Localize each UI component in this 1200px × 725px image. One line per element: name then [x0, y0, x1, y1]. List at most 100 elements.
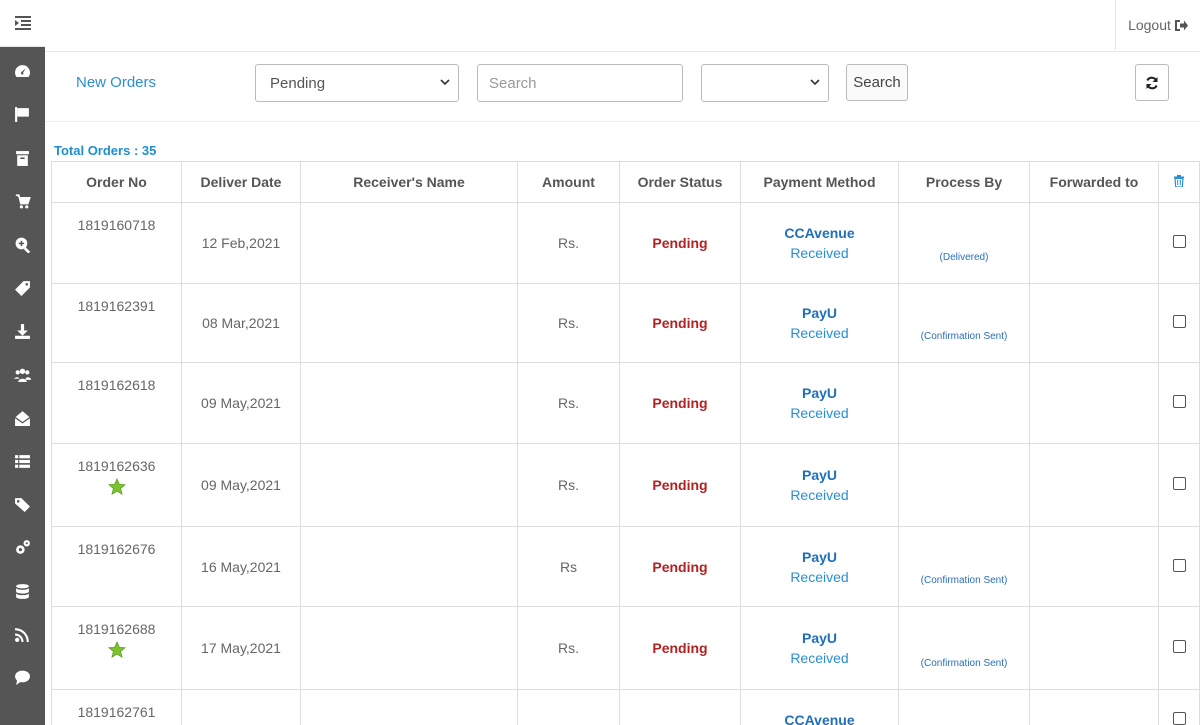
orders-table: Order No Deliver Date Receiver's Name Am…: [51, 161, 1200, 725]
order-no[interactable]: 1819162688: [78, 621, 156, 637]
logout-button[interactable]: Logout: [1115, 0, 1200, 50]
col-payment-method[interactable]: Payment Method: [740, 161, 899, 203]
indent-icon: [14, 16, 31, 30]
sidebar-toggle-button[interactable]: [0, 0, 45, 47]
process-status[interactable]: (Delivered): [940, 252, 989, 263]
search-input[interactable]: Search: [477, 64, 683, 102]
payment-method-cell: CCAvenue Received: [740, 202, 899, 284]
download-icon[interactable]: [0, 310, 45, 353]
row-checkbox[interactable]: [1172, 315, 1186, 328]
deliver-date: 12 Feb,2021: [201, 235, 281, 251]
payment-method-cell: PayU Received: [740, 606, 899, 690]
payment-method[interactable]: PayU: [741, 547, 898, 567]
col-deliver-date[interactable]: Deliver Date: [181, 161, 301, 203]
payment-method[interactable]: PayU: [741, 465, 898, 485]
order-status-cell: Pending: [619, 526, 741, 607]
col-forwarded-to[interactable]: Forwarded to: [1029, 161, 1159, 203]
delete-selected-button[interactable]: [1158, 161, 1200, 203]
search-button[interactable]: Search: [846, 64, 908, 101]
table-row[interactable]: 1819162391 08 Mar,2021 Rs. Pending PayU Recei…: [51, 283, 1200, 363]
process-status[interactable]: (Confirmation Sent): [921, 575, 1008, 586]
cart-icon[interactable]: [0, 180, 45, 223]
dashboard-icon[interactable]: [0, 50, 45, 93]
receiver-name-cell: [300, 362, 518, 444]
table-row[interactable]: 1819162636 09 May,2021 Rs. Pending PayU Recei…: [51, 443, 1200, 527]
database-icon[interactable]: [0, 570, 45, 613]
secondary-select[interactable]: [701, 64, 829, 102]
order-status: Pending: [652, 640, 708, 656]
order-no[interactable]: 1819162636: [78, 458, 156, 474]
archive-icon[interactable]: [0, 137, 45, 180]
row-checkbox[interactable]: [1172, 558, 1186, 572]
col-amount[interactable]: Amount: [517, 161, 620, 203]
payment-method[interactable]: PayU: [741, 383, 898, 403]
process-status[interactable]: (Confirmation Sent): [921, 331, 1008, 342]
process-by-cell: (Delivered): [898, 202, 1030, 284]
flag-icon[interactable]: [0, 93, 45, 136]
col-receiver-name[interactable]: Receiver's Name: [300, 161, 518, 203]
row-checkbox[interactable]: [1172, 235, 1186, 248]
amount-cell: Rs.: [517, 362, 620, 444]
payment-method[interactable]: CCAvenue: [741, 223, 898, 243]
order-no-cell: 1819160718: [51, 202, 182, 284]
deliver-date: 17 May,2021: [201, 640, 281, 656]
row-checkbox[interactable]: [1172, 640, 1186, 653]
logout-label: Logout: [1128, 17, 1171, 33]
search-plus-icon[interactable]: [0, 223, 45, 266]
refresh-button[interactable]: [1135, 64, 1169, 101]
table-row[interactable]: 1819162688 17 May,2021 Rs. Pending PayU Recei…: [51, 606, 1200, 690]
list-icon[interactable]: [0, 440, 45, 483]
table-row[interactable]: 1819162676 16 May,2021 Rs Pending PayU Receiv…: [51, 526, 1200, 607]
amount-cell: Rs.: [517, 443, 620, 527]
table-row[interactable]: 1819160718 12 Feb,2021 Rs. Pending CCAvenue R…: [51, 202, 1200, 284]
receiver-name-cell: [300, 606, 518, 690]
cogs-icon[interactable]: [0, 526, 45, 569]
col-order-no[interactable]: Order No: [51, 161, 182, 203]
table-row[interactable]: 1819162618 09 May,2021 Rs. Pending PayU Recei…: [51, 362, 1200, 444]
tag-icon[interactable]: [0, 266, 45, 309]
order-no[interactable]: 1819162676: [78, 541, 156, 557]
col-process-by[interactable]: Process By: [898, 161, 1030, 203]
order-no-cell: 1819162391: [51, 283, 182, 363]
process-by-cell: (Confirmation Sent): [898, 283, 1030, 363]
row-checkbox[interactable]: [1172, 711, 1186, 725]
tags-icon[interactable]: [0, 483, 45, 526]
order-no[interactable]: 1819162618: [78, 377, 156, 393]
order-status-cell: Pending: [619, 202, 741, 284]
amount: Rs.: [558, 235, 579, 251]
order-status-cell: Pending: [619, 606, 741, 690]
order-status: Pending: [652, 315, 708, 331]
process-by-cell: (Confirmation Sent): [898, 606, 1030, 690]
order-status: Pending: [652, 235, 708, 251]
order-no[interactable]: 1819160718: [78, 217, 156, 233]
envelope-open-icon[interactable]: [0, 396, 45, 439]
forwarded-to-cell: [1029, 689, 1159, 725]
order-no[interactable]: 1819162391: [78, 298, 156, 314]
payment-method[interactable]: PayU: [741, 303, 898, 323]
row-checkbox[interactable]: [1172, 477, 1186, 490]
payment-method[interactable]: PayU: [741, 628, 898, 648]
deliver-date: 16 May,2021: [201, 558, 281, 575]
rss-icon[interactable]: [0, 613, 45, 656]
order-no[interactable]: 1819162761: [78, 704, 156, 720]
table-row[interactable]: 1819162761 CCAvenue: [51, 689, 1200, 725]
payment-method[interactable]: CCAvenue: [741, 710, 898, 725]
payment-method-cell: CCAvenue: [740, 689, 899, 725]
amount-cell: Rs.: [517, 283, 620, 363]
amount: Rs: [559, 558, 578, 575]
process-by-cell: [898, 443, 1030, 527]
new-orders-link[interactable]: New Orders: [76, 74, 156, 91]
amount: Rs.: [558, 315, 579, 331]
comment-icon[interactable]: [0, 656, 45, 699]
receiver-name-cell: [300, 689, 518, 725]
payment-status: Received: [790, 245, 849, 261]
deliver-date-cell: 09 May,2021: [181, 362, 301, 444]
deliver-date-cell: 08 Mar,2021: [181, 283, 301, 363]
receiver-name-cell: [300, 283, 518, 363]
users-icon[interactable]: [0, 353, 45, 396]
payment-status: Received: [790, 325, 849, 341]
status-select[interactable]: Pending: [255, 64, 459, 102]
row-checkbox[interactable]: [1172, 395, 1186, 408]
col-order-status[interactable]: Order Status: [619, 161, 741, 203]
process-status[interactable]: (Confirmation Sent): [921, 658, 1008, 669]
